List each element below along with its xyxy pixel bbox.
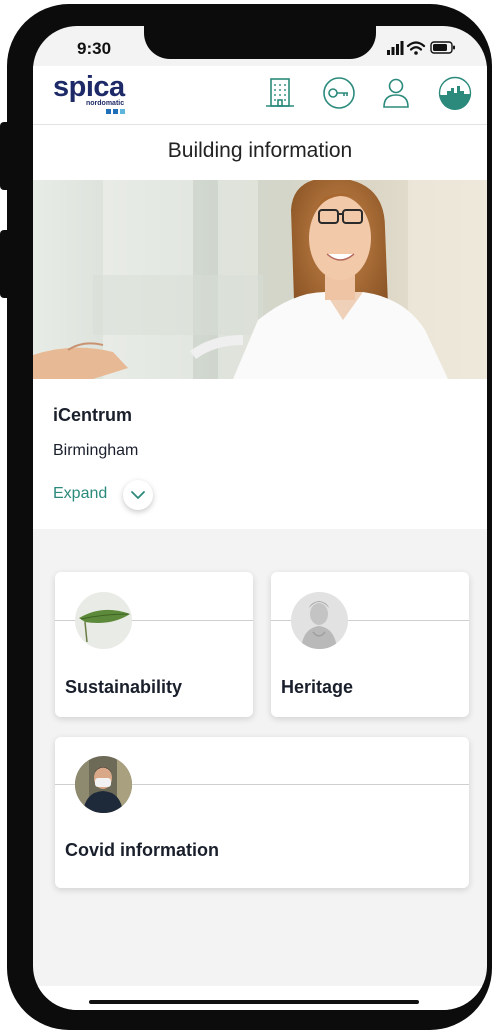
card-heritage[interactable]: Heritage	[271, 572, 469, 717]
wifi-icon	[406, 41, 426, 55]
key-icon[interactable]	[322, 76, 356, 110]
logo-subtitle: nordomatic	[86, 100, 125, 107]
status-icons	[387, 39, 457, 57]
side-button	[0, 230, 9, 298]
card-label: Heritage	[281, 677, 354, 697]
expand-button[interactable]	[123, 480, 153, 510]
card-sustainability[interactable]: Sustainability	[55, 572, 253, 717]
status-time: 9:30	[77, 39, 112, 58]
logo-square	[106, 109, 111, 114]
chevron-down-icon	[131, 491, 145, 499]
side-button	[0, 122, 9, 190]
phone-frame: 9:30 spica nordomatic Building informati…	[0, 4, 492, 1030]
building-name: iCentrum	[53, 405, 133, 425]
battery-icon	[430, 41, 455, 54]
masked-person-icon	[75, 756, 132, 813]
signal-icon	[387, 41, 404, 55]
building-icon[interactable]	[263, 76, 297, 110]
screen: 9:30 spica nordomatic Building informati…	[33, 26, 487, 1010]
logo-wordmark: spica	[53, 71, 125, 103]
building-city: Birmingham	[53, 442, 139, 459]
bottom-bar	[33, 986, 487, 1010]
hero-image	[33, 180, 487, 379]
user-icon[interactable]	[379, 76, 413, 110]
page-title-bar: Building information	[33, 125, 487, 180]
spica-logo[interactable]: spica nordomatic	[53, 71, 125, 114]
card-label: Sustainability	[65, 677, 183, 697]
logo-square	[120, 109, 125, 114]
logo-square	[113, 109, 118, 114]
app-header: spica nordomatic	[33, 66, 487, 125]
leaf-icon	[75, 592, 132, 649]
page-title: Building information	[167, 139, 353, 162]
card-covid-information[interactable]: Covid information	[55, 737, 469, 888]
expand-link[interactable]: Expand	[53, 485, 107, 503]
statue-icon	[291, 592, 348, 649]
card-label: Covid information	[65, 840, 219, 860]
skyline-icon[interactable]	[438, 76, 472, 111]
notch	[144, 26, 376, 59]
building-info: iCentrum Birmingham Expand	[33, 379, 487, 529]
home-indicator[interactable]	[89, 1000, 419, 1004]
